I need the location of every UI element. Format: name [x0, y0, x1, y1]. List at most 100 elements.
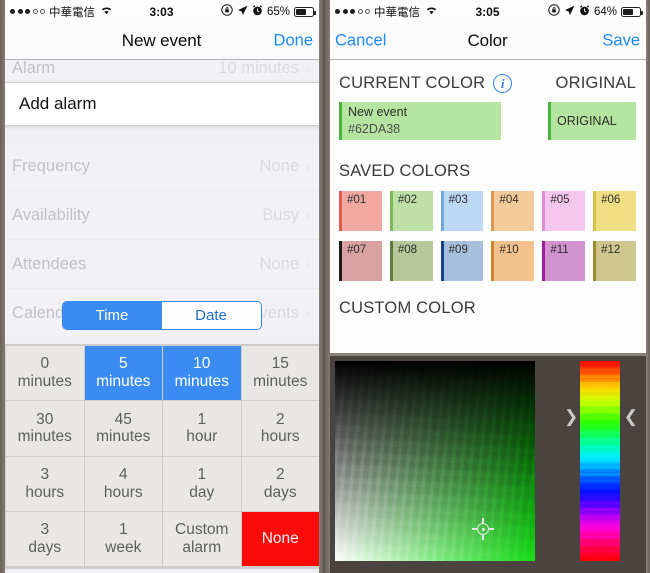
alarm-option-5[interactable]: 45 minutes [84, 401, 162, 456]
alarm-option-6[interactable]: 1 hour [163, 401, 241, 456]
alarm-option-line1: 1 [197, 465, 207, 483]
form-row-frequency[interactable]: Frequency None › [0, 142, 323, 191]
alarm-option-7[interactable]: 2 hours [241, 401, 319, 456]
alarm-option-15[interactable]: None [241, 511, 319, 566]
save-button[interactable]: Save [602, 32, 640, 51]
alarm-option-line2: hours [25, 483, 65, 501]
saved-color-swatch-10[interactable]: #10 [491, 241, 535, 281]
alarm-option-line1: 45 [114, 410, 132, 428]
saved-color-label: #09 [448, 244, 468, 256]
saved-color-swatch-01[interactable]: #01 [339, 191, 382, 231]
alarm-option-line1: 4 [118, 465, 128, 483]
alarm-option-3[interactable]: 15 minutes [241, 346, 319, 401]
saved-color-swatch-09[interactable]: #09 [440, 241, 484, 281]
add-alarm-label: Add alarm [19, 94, 97, 113]
alarm-option-line1: Custom [175, 521, 229, 539]
row-label: Attendees [12, 254, 87, 273]
alarm-option-4[interactable]: 30 minutes [6, 401, 84, 456]
alarm-option-10[interactable]: 1 day [163, 456, 241, 511]
page-title: Color [467, 31, 508, 50]
alarm-option-line1: None [261, 530, 299, 548]
saved-colors-row: #07 #08 #09 #10 #11 #12 [339, 241, 636, 281]
saved-colors-grid: #01 #02 #03 #04 #05 #06 #07 #08 #09 #10 #11 #12 [325, 181, 650, 281]
alarm-option-line2: hours [103, 483, 143, 501]
saved-color-label: #02 [397, 194, 418, 206]
alarm-option-line2: minutes [17, 428, 72, 446]
alarm-option-line1: 2 [275, 465, 285, 483]
original-color-label: ORIGINAL [557, 114, 617, 128]
alarm-option-line1: 3 [40, 521, 50, 539]
rotation-lock-icon [548, 4, 560, 19]
time-date-segmented-control[interactable]: Time Date [0, 301, 323, 330]
saved-color-swatch-08[interactable]: #08 [389, 241, 433, 281]
picker-top-divider [325, 353, 650, 356]
battery-icon [294, 6, 316, 17]
location-arrow-icon [237, 5, 248, 19]
right-status-right: 64% [548, 4, 643, 19]
saved-color-swatch-03[interactable]: #03 [440, 191, 484, 231]
alarm-option-line1: 30 [36, 410, 54, 428]
saved-color-swatch-05[interactable]: #05 [542, 191, 586, 231]
alarm-option-12[interactable]: 3 days [6, 511, 84, 566]
segment-date[interactable]: Date [161, 302, 261, 329]
hue-marker-right-icon: ❮ [623, 407, 638, 426]
hue-marker-left-icon: ❯ [564, 407, 579, 426]
alarm-option-13[interactable]: 1 week [84, 511, 162, 566]
alarm-option-line2: alarm [182, 538, 222, 556]
alarm-option-9[interactable]: 4 hours [84, 456, 162, 511]
add-alarm-row[interactable]: Add alarm [0, 82, 323, 126]
page-title: New event [121, 31, 202, 50]
saved-color-swatch-12[interactable]: #12 [593, 241, 636, 281]
alarm-options-grid: 0 minutes 5 minutes 10 minutes 15 minutes 30 minu… [0, 344, 323, 569]
saved-color-swatch-02[interactable]: #02 [389, 191, 433, 231]
saturation-value-square[interactable] [335, 361, 535, 561]
crosshair-cursor-icon[interactable] [472, 518, 494, 540]
cancel-button[interactable]: Cancel [335, 32, 386, 51]
chevron-right-icon: › [306, 157, 311, 175]
saved-color-swatch-11[interactable]: #11 [542, 241, 586, 281]
left-nav-bar: New event Done [0, 23, 323, 60]
saved-color-label: #08 [397, 244, 418, 256]
chevron-right-icon: › [306, 60, 311, 77]
hue-gradient-strip[interactable] [580, 361, 620, 561]
saved-color-swatch-04[interactable]: #04 [491, 191, 535, 231]
alarm-option-1[interactable]: 5 minutes [84, 346, 162, 401]
row-label: Alarm [12, 59, 56, 77]
alarm-option-line1: 5 [118, 355, 128, 373]
current-color-swatch[interactable]: New event #62DA38 [339, 102, 501, 140]
alarm-option-line2: hours [260, 428, 300, 446]
done-button[interactable]: Done [274, 32, 313, 51]
battery-percent-label: 64% [593, 5, 617, 18]
saved-color-label: #06 [601, 194, 621, 206]
saved-color-label: #03 [448, 194, 468, 206]
alarm-option-8[interactable]: 3 hours [6, 456, 84, 511]
form-row-attendees[interactable]: Attendees None › [0, 240, 323, 289]
alarm-option-14[interactable]: Custom alarm [163, 511, 241, 566]
saved-color-swatch-07[interactable]: #07 [339, 241, 382, 281]
alarm-option-0[interactable]: 0 minutes [6, 346, 84, 401]
custom-color-picker[interactable]: ❯ ❮ [325, 353, 650, 573]
left-phone-screen: 中華電信 3:03 65% New event Done Alarm 10 mi… [0, 0, 325, 573]
custom-color-heading: CUSTOM COLOR [339, 299, 476, 317]
alarm-option-line2: minutes [96, 373, 151, 391]
alarm-option-line2: hour [186, 428, 218, 446]
info-circle-icon[interactable]: i [493, 74, 513, 93]
left-status-bar: 中華電信 3:03 65% [0, 0, 323, 23]
saved-color-label: #07 [347, 244, 367, 256]
hue-slider[interactable]: ❯ ❮ [562, 361, 640, 561]
alarm-option-line1: 10 [193, 355, 211, 373]
right-status-bar: 中華電信 3:05 64% [325, 0, 650, 23]
form-row-availability[interactable]: Availability Busy › [0, 191, 323, 240]
segment-time[interactable]: Time [62, 302, 162, 329]
row-value: Busy [262, 205, 299, 224]
saved-color-swatch-06[interactable]: #06 [593, 191, 636, 231]
alarm-option-11[interactable]: 2 days [241, 456, 319, 511]
alarm-option-2[interactable]: 10 minutes [163, 346, 241, 401]
chevron-right-icon: › [306, 206, 311, 224]
saved-color-label: #01 [347, 194, 367, 206]
color-picker-body: CURRENT COLOR i ORIGINAL New event #62DA… [325, 60, 650, 573]
current-color-heading: CURRENT COLOR [339, 74, 486, 92]
event-form-area: Alarm 10 minutes › Add alarm Frequency N… [0, 56, 323, 569]
original-color-swatch[interactable]: ORIGINAL [548, 102, 636, 140]
two-phone-screenshot: 中華電信 3:03 65% New event Done Alarm 10 mi… [0, 0, 650, 573]
